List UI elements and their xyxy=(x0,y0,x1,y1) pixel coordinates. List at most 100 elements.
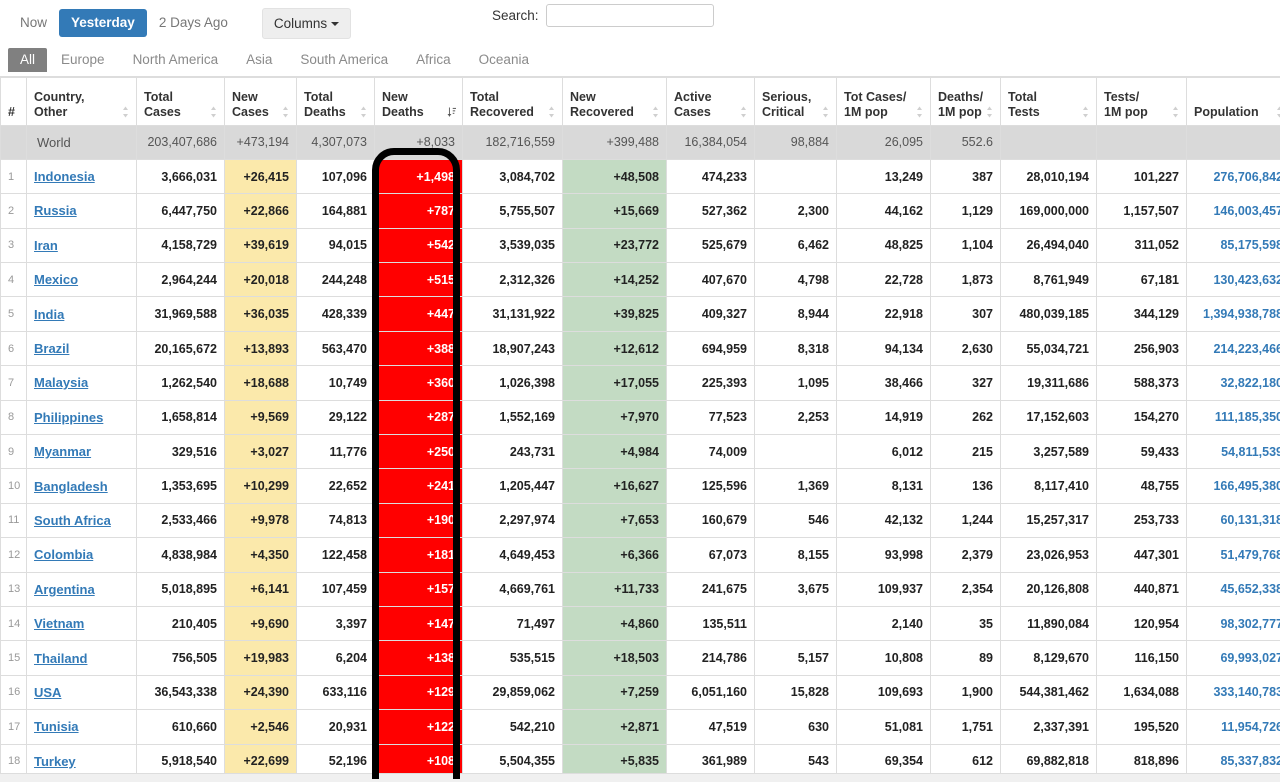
cell-new-deaths: +241 xyxy=(375,469,463,503)
table-row: 11South Africa2,533,466+9,97874,813+1902… xyxy=(1,503,1280,537)
cell-country-name[interactable]: Myanmar xyxy=(27,435,137,469)
country-link[interactable]: Myanmar xyxy=(34,444,91,459)
tab-africa[interactable]: Africa xyxy=(402,48,465,72)
sort-icon-serious-critical xyxy=(821,106,830,118)
column-header-country[interactable]: Country,Other xyxy=(27,77,137,125)
column-header-tests-per-1m[interactable]: Tests/1M pop xyxy=(1097,77,1187,125)
header-label-total-tests: TotalTests xyxy=(1008,90,1089,120)
cell-country-name[interactable]: Thailand xyxy=(27,641,137,675)
country-link[interactable]: Iran xyxy=(34,238,58,253)
cell-active-cases: 47,519 xyxy=(667,710,755,744)
cell-new-recovered: +18,503 xyxy=(563,641,667,675)
header-label-population: Population xyxy=(1194,105,1280,120)
column-header-total-cases[interactable]: TotalCases xyxy=(137,77,225,125)
cell-population: 11,954,726 xyxy=(1187,710,1280,744)
cell-serious-critical: 98,884 xyxy=(755,125,837,159)
cell-country-name[interactable]: India xyxy=(27,297,137,331)
column-header-total-deaths[interactable]: TotalDeaths xyxy=(297,77,375,125)
toolbar: Now Yesterday 2 Days Ago Columns Search: xyxy=(0,0,1280,46)
country-link[interactable]: South Africa xyxy=(34,513,111,528)
tab-south-america[interactable]: South America xyxy=(286,48,402,72)
covid-stats-table: # Country,Other TotalCases NewCases xyxy=(0,76,1280,779)
cell-country-name[interactable]: Tunisia xyxy=(27,710,137,744)
cell-country-name[interactable]: Iran xyxy=(27,228,137,262)
column-header-total-tests[interactable]: TotalTests xyxy=(1001,77,1097,125)
cell-population: 60,131,318 xyxy=(1187,503,1280,537)
country-link[interactable]: Mexico xyxy=(34,272,78,287)
cell-new-cases: +6,141 xyxy=(225,572,297,606)
cell-country-name[interactable]: Bangladesh xyxy=(27,469,137,503)
country-link[interactable]: Thailand xyxy=(34,651,87,666)
country-link[interactable]: Vietnam xyxy=(34,616,84,631)
cell-deaths-per-1m: 89 xyxy=(931,641,1001,675)
cell-row-index: 1 xyxy=(1,159,27,193)
cell-total-tests: 2,337,391 xyxy=(1001,710,1097,744)
tab-europe[interactable]: Europe xyxy=(47,48,119,72)
cell-tests-per-1m: 1,634,088 xyxy=(1097,675,1187,709)
cell-country-name[interactable]: Colombia xyxy=(27,538,137,572)
cell-total-cases: 31,969,588 xyxy=(137,297,225,331)
country-link[interactable]: Russia xyxy=(34,203,77,218)
tab-all[interactable]: All xyxy=(8,48,47,72)
country-link[interactable]: Brazil xyxy=(34,341,69,356)
country-link[interactable]: Bangladesh xyxy=(34,479,108,494)
cell-country-name[interactable]: Mexico xyxy=(27,263,137,297)
cell-new-cases: +18,688 xyxy=(225,366,297,400)
column-header-deaths-per-1m[interactable]: Deaths/1M pop xyxy=(931,77,1001,125)
cell-country-name[interactable]: Indonesia xyxy=(27,159,137,193)
country-link[interactable]: Tunisia xyxy=(34,719,79,734)
search-input[interactable] xyxy=(546,4,714,27)
cell-population: 146,003,457 xyxy=(1187,194,1280,228)
cell-tot-cases-per-1m: 38,466 xyxy=(837,366,931,400)
country-link[interactable]: Argentina xyxy=(34,582,95,597)
country-link[interactable]: India xyxy=(34,307,64,322)
cell-population: 214,223,466 xyxy=(1187,331,1280,365)
column-header-serious-critical[interactable]: Serious,Critical xyxy=(755,77,837,125)
cell-deaths-per-1m: 262 xyxy=(931,400,1001,434)
column-header-active-cases[interactable]: ActiveCases xyxy=(667,77,755,125)
header-label-index: # xyxy=(8,105,15,120)
time-button-now[interactable]: Now xyxy=(8,9,59,37)
cell-deaths-per-1m: 1,104 xyxy=(931,228,1001,262)
column-header-population[interactable]: Population xyxy=(1187,77,1280,125)
sort-icon-new-cases xyxy=(281,106,290,118)
cell-new-cases: +24,390 xyxy=(225,675,297,709)
country-link[interactable]: Colombia xyxy=(34,547,93,562)
tab-asia[interactable]: Asia xyxy=(232,48,286,72)
column-header-new-recovered[interactable]: NewRecovered xyxy=(563,77,667,125)
columns-dropdown-button[interactable]: Columns xyxy=(262,8,351,39)
cell-deaths-per-1m: 552.6 xyxy=(931,125,1001,159)
cell-country-name[interactable]: Russia xyxy=(27,194,137,228)
column-header-new-deaths[interactable]: NewDeaths xyxy=(375,77,463,125)
cell-new-recovered: +16,627 xyxy=(563,469,667,503)
cell-total-tests: 11,890,084 xyxy=(1001,606,1097,640)
cell-country-name[interactable]: Argentina xyxy=(27,572,137,606)
header-label-new-deaths: NewDeaths xyxy=(382,90,455,120)
cell-country-name[interactable]: Philippines xyxy=(27,400,137,434)
cell-total-deaths: 29,122 xyxy=(297,400,375,434)
cell-deaths-per-1m: 387 xyxy=(931,159,1001,193)
column-header-total-recovered[interactable]: TotalRecovered xyxy=(463,77,563,125)
tab-oceania[interactable]: Oceania xyxy=(465,48,543,72)
country-link[interactable]: USA xyxy=(34,685,61,700)
tab-north-america[interactable]: North America xyxy=(119,48,233,72)
cell-country-name[interactable]: USA xyxy=(27,675,137,709)
country-link[interactable]: Indonesia xyxy=(34,169,95,184)
country-link[interactable]: Turkey xyxy=(34,754,76,769)
cell-country-name[interactable]: Vietnam xyxy=(27,606,137,640)
cell-country-name[interactable]: South Africa xyxy=(27,503,137,537)
cell-tests-per-1m: 588,373 xyxy=(1097,366,1187,400)
cell-new-cases: +20,018 xyxy=(225,263,297,297)
country-link[interactable]: Philippines xyxy=(34,410,103,425)
cell-total-tests: 55,034,721 xyxy=(1001,331,1097,365)
column-header-new-cases[interactable]: NewCases xyxy=(225,77,297,125)
column-header-index[interactable]: # xyxy=(1,77,27,125)
cell-country-name[interactable]: Brazil xyxy=(27,331,137,365)
time-button-yesterday[interactable]: Yesterday xyxy=(59,9,147,37)
country-link[interactable]: Malaysia xyxy=(34,375,88,390)
time-button-2-days-ago[interactable]: 2 Days Ago xyxy=(147,9,240,37)
cell-country-name[interactable]: Malaysia xyxy=(27,366,137,400)
cell-active-cases: 525,679 xyxy=(667,228,755,262)
column-header-tot-cases-per-1m[interactable]: Tot Cases/1M pop xyxy=(837,77,931,125)
cell-total-tests: 8,761,949 xyxy=(1001,263,1097,297)
